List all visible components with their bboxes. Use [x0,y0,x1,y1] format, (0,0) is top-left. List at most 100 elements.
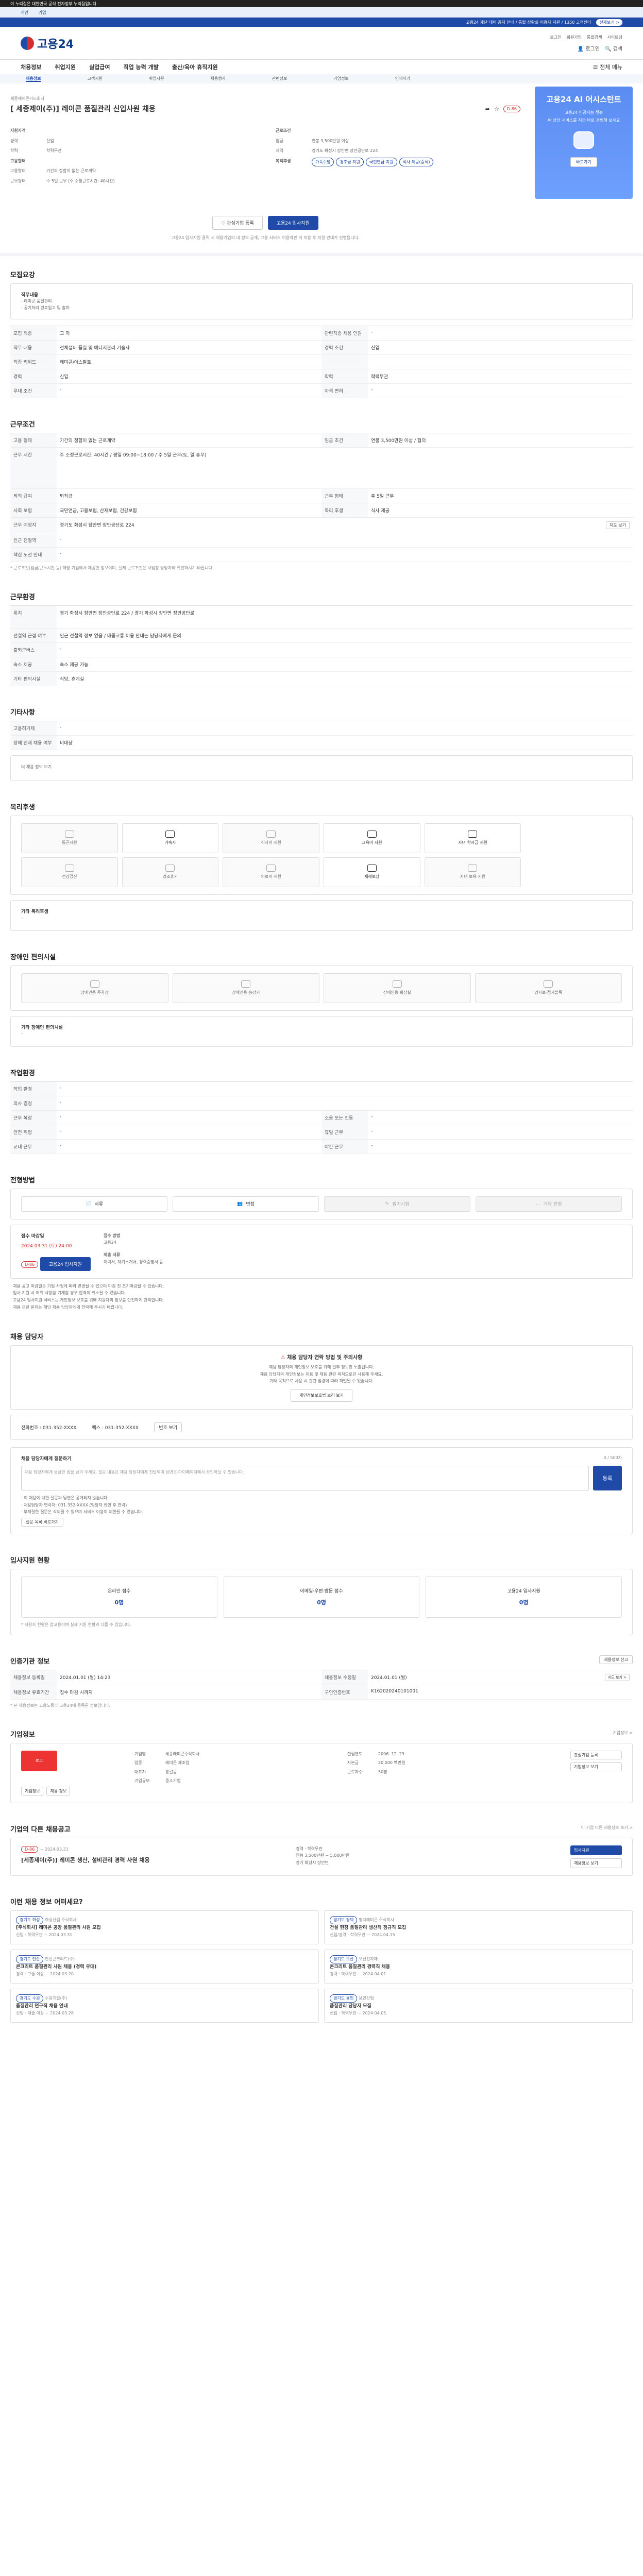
kv-key: 학력 [321,369,368,384]
subnav-employment[interactable]: 취업지원 [149,76,164,82]
login-button[interactable]: 👤 로그인 [578,44,600,52]
process-apply-button[interactable]: 고용24 입사지원 [40,1257,91,1271]
parking-icon [90,980,99,988]
meta-v [312,127,520,134]
interest-label: 관심기업 등록 [227,221,254,226]
subnav-print[interactable]: 인쇄하기 [395,76,410,82]
meta-v: 경기도 화성시 장안면 장안공단로 224 [312,148,378,154]
report-button[interactable]: 채용정보 신고 [599,1655,633,1664]
welfare-item: 기숙사 [122,823,219,853]
similar-title: 건설 현장 품질관리 생산직 정규직 모집 [330,1925,407,1931]
banner-button[interactable]: 바로가기 [570,157,597,167]
util-login[interactable]: 로그인 [550,35,562,40]
nav-employment-support[interactable]: 취업지원 [55,63,75,71]
subnav-support[interactable]: 고객지원 [87,76,102,82]
company-interest-button[interactable]: 관심기업 등록 [570,1750,622,1759]
similar-card[interactable]: 경기도 평택 평택레미콘 주식회사 건설 현장 품질관리 생산직 정규직 모집 신입… [324,1910,633,1944]
site-logo[interactable]: 고용24 [21,35,74,52]
job-title: [ 세종제이(주)] 레이콘 품질관리 신입사원 채용 [10,105,156,113]
kv-val: 비대상 [57,736,633,750]
access-other-value: - [21,1031,23,1036]
similar-meta: 신입 · 학력무관 [16,1932,43,1937]
nav-unemployment[interactable]: 실업급여 [89,63,110,71]
welfare-item: 자녀 보육 지원 [424,857,521,887]
company-info-tab[interactable]: 기업정보 [21,1786,44,1795]
inquiry-title: 채용 담당자에게 질문하기 [21,1456,72,1462]
info-detail-button[interactable]: 지도 보기 > [604,1673,630,1681]
kv-key: 휴일 근무 [321,1125,368,1140]
similar-title: 품질관리 연구직 채용 안내 [16,2004,68,2009]
privacy-law-button[interactable]: 개인정보보호법 보러 보기 [290,1388,353,1402]
apply-button[interactable]: 고용24 입사지원 [267,215,318,230]
inquiry-submit-button[interactable]: 등록 [593,1465,622,1490]
similar-card[interactable]: 경기도 화성 화성산업 주식회사 [주식회사] 레미콘 공장 품질관리 사원 모집… [10,1910,319,1944]
interview-icon: 👥 [237,1201,243,1207]
audience-personal[interactable]: 개인 [21,10,28,15]
util-search[interactable]: 통합검색 [587,35,602,40]
kv-val: 식당, 휴게실 [57,672,633,686]
similar-card[interactable]: 경기도 오산 오산건자재 콘크리트 품질관리 경력직 채용 경력 · 학력무관 ~ … [324,1949,633,1984]
kv-key: 사회 보험 [10,503,57,518]
nav-jobs[interactable]: 채용정보 [21,63,41,71]
similar-title: 품질관리 담당자 모집 [330,2004,371,2009]
kv-val: 경기도 화성시 장안면 장안공단로 224 [60,522,134,528]
company-detail-button[interactable]: 기업정보 보기 [570,1762,622,1771]
inquiry-list-button[interactable]: 질문 목록 바로가기 [21,1517,63,1527]
company-more-link[interactable]: 기업정보 > [613,1730,633,1736]
recruit-section: 모집요강 직무내용 - 레미콘 품질관리 - 공기처리 원료입고 및 출하 모집… [10,256,633,405]
company-logo: 로고 [21,1750,57,1771]
alert-all-button[interactable]: 전체보기 > [596,19,622,26]
meta-k: 지원자격 [10,128,26,133]
similar-grid: 경기도 화성 화성산업 주식회사 [주식회사] 레미콘 공장 품질관리 사원 모집… [10,1910,633,2023]
search-label: 검색 [613,46,622,52]
alert-text[interactable]: 고용24 재난 대비 공지 안내 / 통합 상황실 이용자 지원 / 1350 … [466,20,591,25]
same-company-heading: 기업의 다른 채용공고 [10,1825,71,1834]
medical-icon [266,865,276,872]
similar-card[interactable]: 경기도 용인 용인산업 품질관리 담당자 모집 신입 · 학력무관 ~ 2024.0… [324,1988,633,2023]
kv-key: 복리 후생 [321,503,368,518]
subnav-related[interactable]: 관련정보 [272,76,287,82]
subnav-events[interactable]: 채용행사 [210,76,225,82]
nav-training[interactable]: 직업 능력 개발 [123,63,158,71]
same-company-more[interactable]: 이 기업 다른 채용정보 보기 > [581,1825,633,1831]
step-document: 📄 서류 [21,1196,167,1212]
same-view-button[interactable]: 채용정보 보기 [570,1858,622,1868]
side-banner[interactable]: 고용24 AI 어시스턴트 고용24 인공지능 챗봇 AI 상담 서비스를 지금… [535,87,633,199]
emblem-icon [21,36,34,50]
similar-meta: 신입 · 학력무관 [330,2010,357,2015]
company-heading: 기업정보 [10,1731,35,1739]
company-jobs-tab[interactable]: 채용 정보 [46,1786,71,1795]
meta-k: 지역 [276,148,283,154]
nav-parental-leave[interactable]: 출산/육아 휴직지원 [172,63,218,71]
elevator-icon [241,980,251,988]
similar-card[interactable]: 경기도 안산 안산콘크리트(주) 콘크리트 품질관리 사원 채용 (경력 우대) 경… [10,1949,319,1984]
star-icon[interactable]: ☆ [494,106,499,112]
util-sitemap[interactable]: 사이트맵 [607,35,622,40]
interest-button[interactable]: ♡ 관심기업 등록 [212,215,263,230]
document-icon: 📄 [86,1201,92,1207]
kv-key: 출퇴근버스 [10,642,57,657]
duty-line: - 레미콘 품질관리 [21,298,52,303]
same-company-card[interactable]: D-86 ~ 2024.03.31 [세종제이(주)] 레미콘 생산, 설비관리… [10,1837,633,1876]
share-icon[interactable]: ➦ [485,106,490,112]
inquiry-count: 0 / 500자 [603,1455,622,1460]
applicant-value: 0명 [317,1599,326,1606]
kv-key: 근무 복장 [10,1110,57,1125]
show-number-button[interactable]: 번호 보기 [154,1422,182,1432]
shield-icon [367,865,377,872]
inquiry-textarea[interactable]: 채용 담당자에게 궁금한 점을 남겨 주세요. 질문 내용은 채용 담당자에게 … [21,1465,589,1490]
similar-title: 콘크리트 품질관리 경력직 채용 [330,1964,391,1970]
search-button[interactable]: 🔍 검색 [605,44,622,52]
subnav-jobs[interactable]: 채용정보 [26,76,41,82]
similar-card[interactable]: 경기도 수원 수원개발(주) 품질관리 연구직 채용 안내 신입 · 대졸 이상 ~… [10,1988,319,2023]
all-menu-button[interactable]: ☰ 전체 메뉴 [593,63,622,71]
same-apply-button[interactable]: 입사지원 [570,1845,622,1855]
subnav-company[interactable]: 기업정보 [333,76,348,82]
more-job-info-link[interactable]: 더 채용 정보 보기 [21,765,52,769]
util-signup[interactable]: 회원가입 [567,35,582,40]
audience-business[interactable]: 기업 [39,10,46,15]
company-val: 50명 [378,1769,387,1774]
map-button[interactable]: 지도 보기 [606,521,630,529]
applicants-heading: 입사지원 현황 [10,1556,50,1565]
kv-val: 접수 마감 시까지 [57,1685,321,1700]
